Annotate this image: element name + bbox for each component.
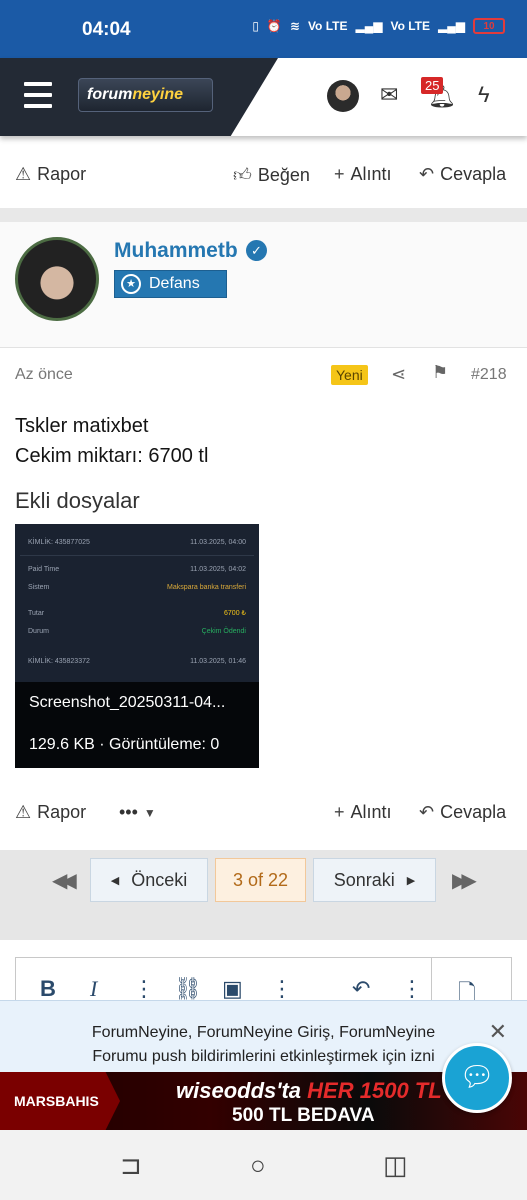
report-button[interactable]: ⚠ Rapor bbox=[15, 164, 86, 185]
last-page-icon[interactable]: ▶▶ bbox=[452, 868, 477, 893]
role-badge: ★ Defans bbox=[114, 270, 227, 298]
thumbs-up-icon: 👍︎ bbox=[233, 165, 252, 185]
plus-icon: + bbox=[334, 802, 345, 822]
attachment-filename: Screenshot_20250311-04... bbox=[29, 694, 226, 711]
signal-icon: ▂▄▆ bbox=[355, 19, 383, 33]
clock: 04:04 bbox=[82, 19, 131, 40]
menu-icon[interactable] bbox=[24, 82, 52, 112]
image-icon[interactable]: ▣ bbox=[222, 976, 243, 1002]
post-number[interactable]: #218 bbox=[471, 366, 507, 384]
network-label-1: Vo LTE bbox=[307, 19, 348, 33]
plus-icon: + bbox=[334, 164, 345, 184]
post-line: Tskler matixbet bbox=[15, 415, 149, 437]
vibrate-icon: ▯ bbox=[252, 19, 259, 33]
ad-subline: 500 TL BEDAVA bbox=[232, 1105, 375, 1126]
system-nav-bar: ⊐ ○ ◫ bbox=[0, 1130, 527, 1200]
recents-icon[interactable]: ⊐ bbox=[120, 1150, 142, 1181]
more-actions-button[interactable]: ••• ▼ bbox=[119, 802, 162, 823]
pagination: ◀◀ ◀ Önceki 3 of 22 Sonraki ▶ ▶▶ bbox=[0, 850, 527, 940]
more-options-icon[interactable]: ⋮ bbox=[133, 976, 155, 1002]
new-badge: Yeni bbox=[331, 365, 368, 385]
soccer-ball-icon: ★ bbox=[121, 274, 141, 294]
notification-count-badge: 25 bbox=[421, 77, 444, 94]
undo-icon[interactable]: ↶ bbox=[352, 976, 370, 1002]
user-avatar[interactable] bbox=[327, 80, 359, 112]
close-icon[interactable]: ✕ bbox=[489, 1019, 507, 1045]
italic-icon[interactable]: I bbox=[90, 976, 97, 1002]
poster-avatar[interactable] bbox=[15, 237, 99, 321]
caret-right-icon: ▶ bbox=[406, 874, 416, 887]
warning-icon: ⚠ bbox=[15, 802, 32, 822]
quote-button[interactable]: + Alıntı bbox=[334, 802, 392, 823]
back-icon[interactable]: ◫ bbox=[383, 1150, 408, 1181]
caret-left-icon: ◀ bbox=[110, 874, 120, 887]
like-button[interactable]: 👍︎ Beğen bbox=[233, 164, 310, 186]
mail-icon[interactable]: ✉ bbox=[380, 82, 398, 108]
warning-icon: ⚠ bbox=[15, 164, 32, 184]
bold-icon[interactable]: B bbox=[40, 976, 56, 1002]
caret-down-icon: ▼ bbox=[143, 805, 156, 820]
home-icon[interactable]: ○ bbox=[250, 1150, 266, 1181]
reply-icon: ↶ bbox=[419, 802, 435, 822]
post-time[interactable]: Az önce bbox=[15, 366, 73, 384]
first-page-icon[interactable]: ◀◀ bbox=[52, 868, 77, 893]
reply-button[interactable]: ↶ Cevapla bbox=[419, 164, 506, 185]
attachment-preview: KİMLİK: 435877025 11.03.2025, 04:00 Paid … bbox=[20, 529, 254, 670]
attachment-thumbnail[interactable]: KİMLİK: 435877025 11.03.2025, 04:00 Paid … bbox=[15, 524, 259, 768]
reply-icon: ↶ bbox=[419, 164, 435, 184]
attachment-info: 129.6 KB · Görüntüleme: 0 bbox=[29, 736, 220, 753]
attachments-heading: Ekli dosyalar bbox=[15, 488, 140, 513]
site-logo[interactable]: forum neyine bbox=[78, 78, 213, 112]
link-icon[interactable]: ⛓ bbox=[174, 976, 202, 1002]
verified-icon: ✓ bbox=[246, 240, 267, 261]
more-options-icon[interactable]: ⋮ bbox=[271, 976, 293, 1002]
prev-page-button[interactable]: ◀ Önceki bbox=[90, 858, 208, 902]
chat-icon[interactable]: 💬︎ bbox=[442, 1043, 512, 1113]
network-label-2: Vo LTE bbox=[390, 19, 431, 33]
ad-brand: MARSBAHIS bbox=[0, 1072, 120, 1130]
reply-button[interactable]: ↶ Cevapla bbox=[419, 802, 506, 823]
lightning-icon[interactable]: ϟ bbox=[478, 82, 490, 108]
share-icon[interactable]: ⋖ bbox=[391, 364, 406, 385]
ad-headline: wiseodds'ta HER 1500 TL'YE bbox=[176, 1078, 477, 1103]
report-button[interactable]: ⚠ Rapor bbox=[15, 802, 86, 823]
current-page-button[interactable]: 3 of 22 bbox=[215, 858, 306, 902]
post-body: Tskler matixbet Cekim miktarı: 6700 tl bbox=[15, 411, 208, 471]
battery-icon: 10 bbox=[473, 18, 505, 34]
next-page-button[interactable]: Sonraki ▶ bbox=[313, 858, 436, 902]
divider bbox=[0, 208, 527, 222]
quote-button[interactable]: + Alıntı bbox=[334, 164, 392, 185]
more-options-icon[interactable]: ⋮ bbox=[401, 976, 423, 1002]
signal-icon: ▂▄▆ bbox=[438, 19, 465, 33]
status-bar: 04:04 ▯ ⏰ ≋ Vo LTE ▂▄▆ Vo LTE ▂▄▆ 10 bbox=[0, 0, 527, 58]
poster-username[interactable]: Muhammetb bbox=[114, 239, 238, 263]
bookmark-icon[interactable]: ⚑ bbox=[432, 362, 448, 383]
alarm-icon: ⏰ bbox=[266, 19, 282, 33]
attachment-caption: Screenshot_20250311-04... 129.6 KB · Gör… bbox=[15, 682, 259, 768]
status-icons: ▯ ⏰ ≋ Vo LTE ▂▄▆ Vo LTE ▂▄▆ 10 bbox=[252, 18, 505, 34]
wifi-icon: ≋ bbox=[289, 19, 300, 33]
post-line: Cekim miktarı: 6700 tl bbox=[15, 445, 209, 467]
